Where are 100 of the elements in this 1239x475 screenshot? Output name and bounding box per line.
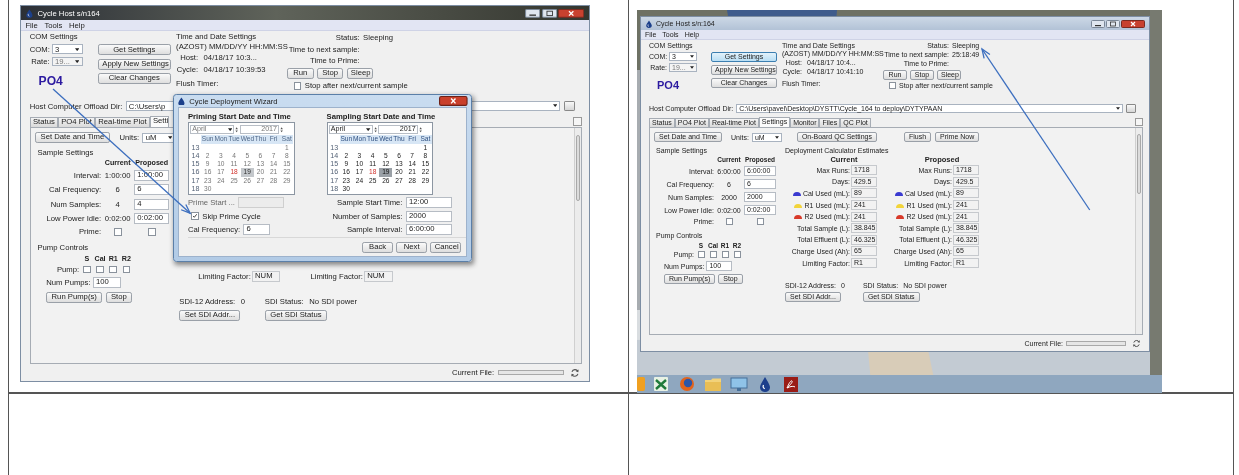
field-label: Num Pumps: [46, 278, 91, 288]
button[interactable]: Get SDI Status [264, 309, 327, 321]
button[interactable]: Back [362, 241, 393, 253]
menu-item[interactable]: Help [68, 20, 85, 30]
caret-icon [690, 55, 694, 58]
maximize-button[interactable] [541, 8, 557, 18]
text-field[interactable] [238, 197, 285, 209]
checkbox[interactable] [113, 227, 122, 236]
field-label: Cal Frequency: [49, 185, 102, 195]
caret-icon [167, 136, 173, 140]
globe-icon[interactable] [677, 375, 697, 393]
text-field[interactable]: 6 [243, 223, 270, 235]
value-text: No SDI power [309, 297, 358, 307]
field-label: Prime Start ... [188, 198, 235, 208]
checkbox[interactable] [109, 265, 118, 274]
checkbox-label: Skip Prime Cycle [202, 211, 261, 221]
caret-icon [774, 135, 779, 139]
button[interactable]: Stop [316, 68, 344, 80]
button[interactable]: Sleep [346, 68, 373, 80]
field-label: Rate: [30, 57, 50, 66]
checkbox[interactable] [293, 82, 302, 90]
scrollbar[interactable] [573, 127, 582, 363]
group-heading: Time and Date Settings [176, 33, 257, 43]
dialog-title: Cycle Deployment Wizard [189, 96, 278, 106]
checkbox[interactable] [721, 251, 729, 258]
text-field[interactable]: 2000 [405, 210, 452, 222]
tab[interactable]: Setti [149, 115, 170, 127]
checkbox[interactable] [725, 218, 733, 225]
checkbox-label: Stop after next/current sample [304, 81, 408, 91]
text-field[interactable]: 0:02:00 [134, 212, 170, 224]
browse-button[interactable] [1126, 103, 1136, 113]
caret-icon [227, 127, 232, 132]
scrollbar-thumb[interactable] [575, 134, 581, 201]
checkbox[interactable] [122, 265, 131, 274]
text-field[interactable]: 4 [134, 198, 170, 210]
button[interactable]: Get Settings [98, 44, 171, 56]
value-text: 6 [114, 185, 121, 195]
checkbox[interactable] [697, 251, 705, 258]
dropdown[interactable]: 19... [51, 56, 83, 67]
spinner-icon[interactable] [418, 125, 423, 134]
checkbox[interactable] [83, 265, 91, 274]
browse-button[interactable] [563, 101, 575, 111]
refresh-icon[interactable] [1132, 338, 1141, 348]
field-label: Number of Samples: [332, 211, 403, 221]
button[interactable]: Next [396, 241, 428, 253]
checkbox[interactable] [756, 218, 764, 225]
checkbox[interactable] [147, 227, 156, 236]
minimize-button[interactable] [525, 8, 541, 18]
scrollbar[interactable] [1135, 128, 1142, 334]
field-label: Flush Timer: [176, 79, 219, 89]
spreadsheet-icon[interactable] [651, 375, 671, 393]
checkbox[interactable] [709, 251, 717, 258]
close-button[interactable] [1121, 19, 1145, 28]
droplet-icon [25, 8, 35, 18]
checkbox[interactable] [96, 265, 104, 274]
menu-item[interactable]: Tools [44, 20, 63, 30]
close-button[interactable] [558, 8, 585, 18]
tab[interactable]: Status [29, 117, 58, 127]
maximize-button[interactable] [1106, 19, 1120, 28]
tab-list-button[interactable] [573, 117, 583, 126]
field-label: Host: [180, 53, 199, 63]
text-field[interactable]: 12:00 [405, 197, 452, 209]
button[interactable]: Run Pump(s) [46, 291, 103, 303]
document-icon[interactable] [781, 375, 801, 393]
button[interactable]: Apply New Settings [98, 58, 171, 70]
minimize-button[interactable] [1091, 19, 1105, 28]
refresh-icon[interactable] [570, 367, 580, 378]
button[interactable]: Cancel [430, 241, 462, 253]
text-field[interactable]: 6 [134, 184, 170, 196]
field-label: COM: [29, 44, 50, 54]
status-value: Sleeping [363, 33, 393, 43]
button[interactable]: Stop [105, 291, 133, 303]
tab[interactable]: Real-time Plot [95, 117, 150, 127]
analyte-label: PO4 [657, 79, 679, 91]
scrollbar-thumb[interactable] [1137, 134, 1141, 194]
button[interactable]: Clear Changes [98, 73, 171, 85]
menu-item[interactable]: File [25, 20, 38, 30]
button[interactable]: Set SDI Addr... [179, 309, 241, 321]
value-box: NUM [251, 270, 281, 282]
dropdown[interactable]: 3 [51, 44, 83, 55]
spinner-icon[interactable] [373, 125, 378, 134]
field-label: Interval: [73, 171, 102, 181]
spinner-icon[interactable] [280, 125, 284, 134]
button[interactable]: Run [287, 68, 314, 80]
droplet-icon [645, 19, 653, 28]
close-button[interactable] [439, 96, 468, 106]
spinner-icon[interactable] [235, 125, 239, 134]
field-label: Status: [335, 33, 360, 43]
button[interactable]: Set Date and Time [35, 132, 110, 144]
field-label: SDI Status: [264, 297, 304, 307]
checkbox[interactable] [733, 251, 741, 258]
monitor-icon[interactable] [729, 375, 749, 393]
tab-list-button[interactable] [1135, 118, 1143, 126]
value-box: NUM [364, 270, 393, 282]
checkbox[interactable] [889, 82, 896, 89]
checkbox[interactable] [191, 212, 199, 220]
text-field[interactable]: 100 [92, 277, 122, 289]
text-field[interactable]: 6:00:00 [405, 223, 452, 235]
caret-icon [75, 59, 80, 64]
field-label: Time to next sample: [288, 44, 360, 54]
